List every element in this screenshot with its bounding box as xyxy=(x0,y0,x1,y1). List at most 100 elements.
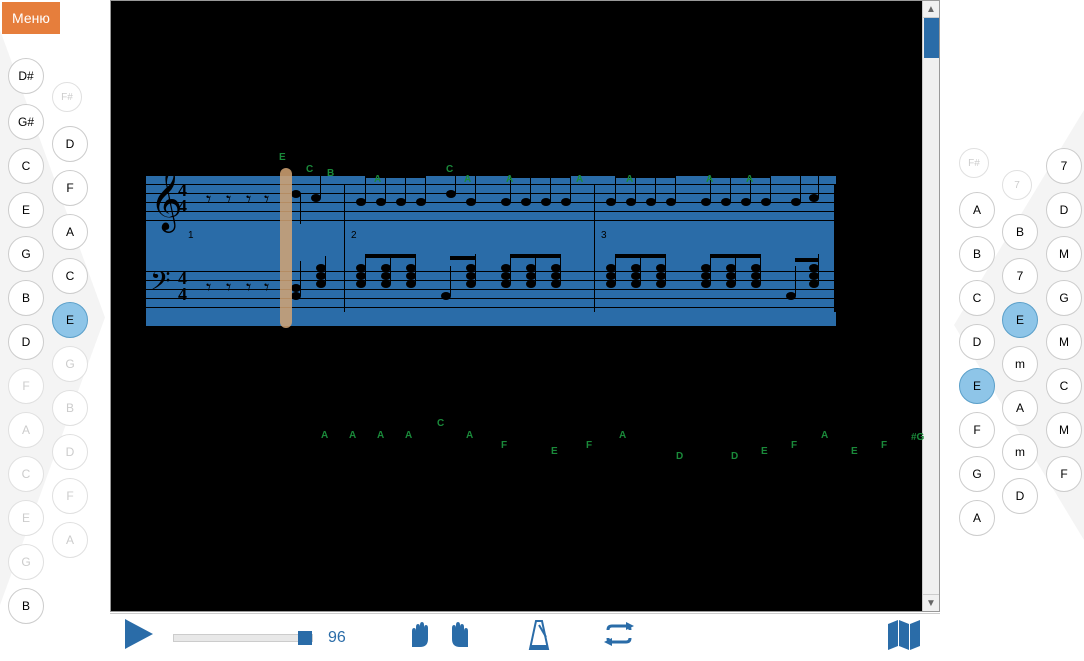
left-note-e-3[interactable]: E xyxy=(8,192,44,228)
right-chord-7-2[interactable]: 7 xyxy=(1002,258,1038,294)
staff-container: 𝄞 𝄢 44 44 𝄾 𝄾 𝄾 𝄾 xyxy=(146,176,836,326)
playhead-cursor[interactable] xyxy=(280,168,292,328)
lower-note-letter-15: E xyxy=(851,446,858,457)
right-note-e-5[interactable]: E xyxy=(959,368,995,404)
lower-note-letter-0: A xyxy=(321,430,328,441)
left-note-g-11[interactable]: G xyxy=(8,544,44,580)
left-note-e-b-5[interactable]: E xyxy=(52,302,88,338)
left-note-g-b-6[interactable]: G xyxy=(52,346,88,382)
notes-layer: 𝄾 𝄾 𝄾 𝄾 xyxy=(146,176,836,326)
left-note-d-b-1[interactable]: D xyxy=(52,126,88,162)
scrollbar[interactable]: ▲ ▼ xyxy=(922,1,939,611)
right-note-c-3[interactable]: C xyxy=(959,280,995,316)
right-chord-b-1[interactable]: B xyxy=(1002,214,1038,250)
note-letter-4: C xyxy=(446,164,453,175)
svg-text:𝄾: 𝄾 xyxy=(246,189,251,211)
left-note-c-2[interactable]: C xyxy=(8,148,44,184)
lower-note-letter-13: F xyxy=(791,440,797,451)
right-chord-a-5[interactable]: A xyxy=(1002,390,1038,426)
right-chord2-g-3[interactable]: G xyxy=(1046,280,1082,316)
lower-note-letters: AAAACAFEFADDEFAEF#G xyxy=(261,416,961,466)
right-chord2-7-0[interactable]: 7 xyxy=(1046,148,1082,184)
right-chord2-m-4[interactable]: M xyxy=(1046,324,1082,360)
sheet-music-area: ▲ ▼ 𝄞 𝄢 44 44 𝄾 𝄾 𝄾 𝄾 xyxy=(110,0,940,612)
lower-note-letter-14: A xyxy=(821,430,828,441)
menu-button[interactable]: Меню xyxy=(2,2,60,34)
lower-note-letter-12: E xyxy=(761,446,768,457)
left-note-b-12[interactable]: B xyxy=(8,588,44,624)
svg-text:𝄾: 𝄾 xyxy=(264,189,269,211)
loop-button[interactable] xyxy=(602,622,636,653)
right-note-b-2[interactable]: B xyxy=(959,236,995,272)
left-note-d#-0[interactable]: D# xyxy=(8,58,44,94)
lower-note-letter-2: A xyxy=(377,430,384,441)
left-note-d-b-8[interactable]: D xyxy=(52,434,88,470)
left-note-d-6[interactable]: D xyxy=(8,324,44,360)
lower-note-letter-17: #G xyxy=(911,432,924,443)
left-note-f-b-2[interactable]: F xyxy=(52,170,88,206)
right-chord-e-3[interactable]: E xyxy=(1002,302,1038,338)
left-note-b-5[interactable]: B xyxy=(8,280,44,316)
note-letter-9: A xyxy=(706,174,713,185)
left-note-f#-b-0[interactable]: F# xyxy=(52,82,82,112)
note-letter-7: A xyxy=(576,174,583,185)
lower-note-letter-3: A xyxy=(405,430,412,441)
left-note-g-4[interactable]: G xyxy=(8,236,44,272)
left-hand-button[interactable] xyxy=(406,619,434,656)
right-chord-7-0[interactable]: 7 xyxy=(1002,170,1032,200)
right-chord2-f-7[interactable]: F xyxy=(1046,456,1082,492)
measure-number-1: 1 xyxy=(188,230,194,241)
tempo-slider-thumb[interactable] xyxy=(298,631,312,645)
lower-note-letter-7: E xyxy=(551,446,558,457)
svg-text:𝄾: 𝄾 xyxy=(226,277,231,299)
right-chord2-m-2[interactable]: M xyxy=(1046,236,1082,272)
transport-bar: 96 xyxy=(110,613,940,661)
scroll-up-icon[interactable]: ▲ xyxy=(923,1,939,18)
right-chord-m-4[interactable]: m xyxy=(1002,346,1038,382)
right-chord2-m-6[interactable]: M xyxy=(1046,412,1082,448)
right-hand-button[interactable] xyxy=(446,619,474,656)
lower-note-letter-6: F xyxy=(501,440,507,451)
left-accordion-panel: D#G#CEGBDFACEGB F#DFACEGBDFA xyxy=(0,30,110,610)
scroll-down-icon[interactable]: ▼ xyxy=(923,594,939,611)
right-chord2-d-1[interactable]: D xyxy=(1046,192,1082,228)
note-letter-8: A xyxy=(626,174,633,185)
scroll-thumb[interactable] xyxy=(924,18,939,58)
note-letter-6: A xyxy=(506,174,513,185)
right-note-a-1[interactable]: A xyxy=(959,192,995,228)
left-note-g#-1[interactable]: G# xyxy=(8,104,44,140)
lower-note-letter-5: A xyxy=(466,430,473,441)
tempo-slider[interactable] xyxy=(173,634,313,642)
svg-text:𝄾: 𝄾 xyxy=(206,277,211,299)
left-note-b-b-7[interactable]: B xyxy=(52,390,88,426)
right-chord-d-7[interactable]: D xyxy=(1002,478,1038,514)
note-letter-3: A xyxy=(374,174,381,185)
right-note-d-4[interactable]: D xyxy=(959,324,995,360)
right-chord-m-6[interactable]: m xyxy=(1002,434,1038,470)
overview-button[interactable] xyxy=(888,620,920,655)
lower-note-letter-8: F xyxy=(586,440,592,451)
tempo-value: 96 xyxy=(328,629,346,647)
left-note-a-b-3[interactable]: A xyxy=(52,214,88,250)
left-note-f-7[interactable]: F xyxy=(8,368,44,404)
lower-note-letter-16: F xyxy=(881,440,887,451)
right-note-g-7[interactable]: G xyxy=(959,456,995,492)
right-accordion-panel: F#ABCDEFGA 7B7EmAmD 7DMGMCMF xyxy=(954,110,1084,550)
svg-text:𝄾: 𝄾 xyxy=(264,277,269,299)
right-note-f#-0[interactable]: F# xyxy=(959,148,989,178)
right-chord2-c-5[interactable]: C xyxy=(1046,368,1082,404)
right-note-a-8[interactable]: A xyxy=(959,500,995,536)
left-note-c-b-4[interactable]: C xyxy=(52,258,88,294)
measure-number-3: 3 xyxy=(601,230,607,241)
left-note-a-8[interactable]: A xyxy=(8,412,44,448)
lower-note-letter-10: D xyxy=(676,451,683,462)
svg-text:𝄾: 𝄾 xyxy=(226,189,231,211)
metronome-button[interactable] xyxy=(526,619,552,656)
left-note-f-b-9[interactable]: F xyxy=(52,478,88,514)
left-note-c-9[interactable]: C xyxy=(8,456,44,492)
left-note-a-b-10[interactable]: A xyxy=(52,522,88,558)
play-button[interactable] xyxy=(125,619,153,657)
svg-text:𝄾: 𝄾 xyxy=(206,189,211,211)
right-note-f-6[interactable]: F xyxy=(959,412,995,448)
left-note-e-10[interactable]: E xyxy=(8,500,44,536)
